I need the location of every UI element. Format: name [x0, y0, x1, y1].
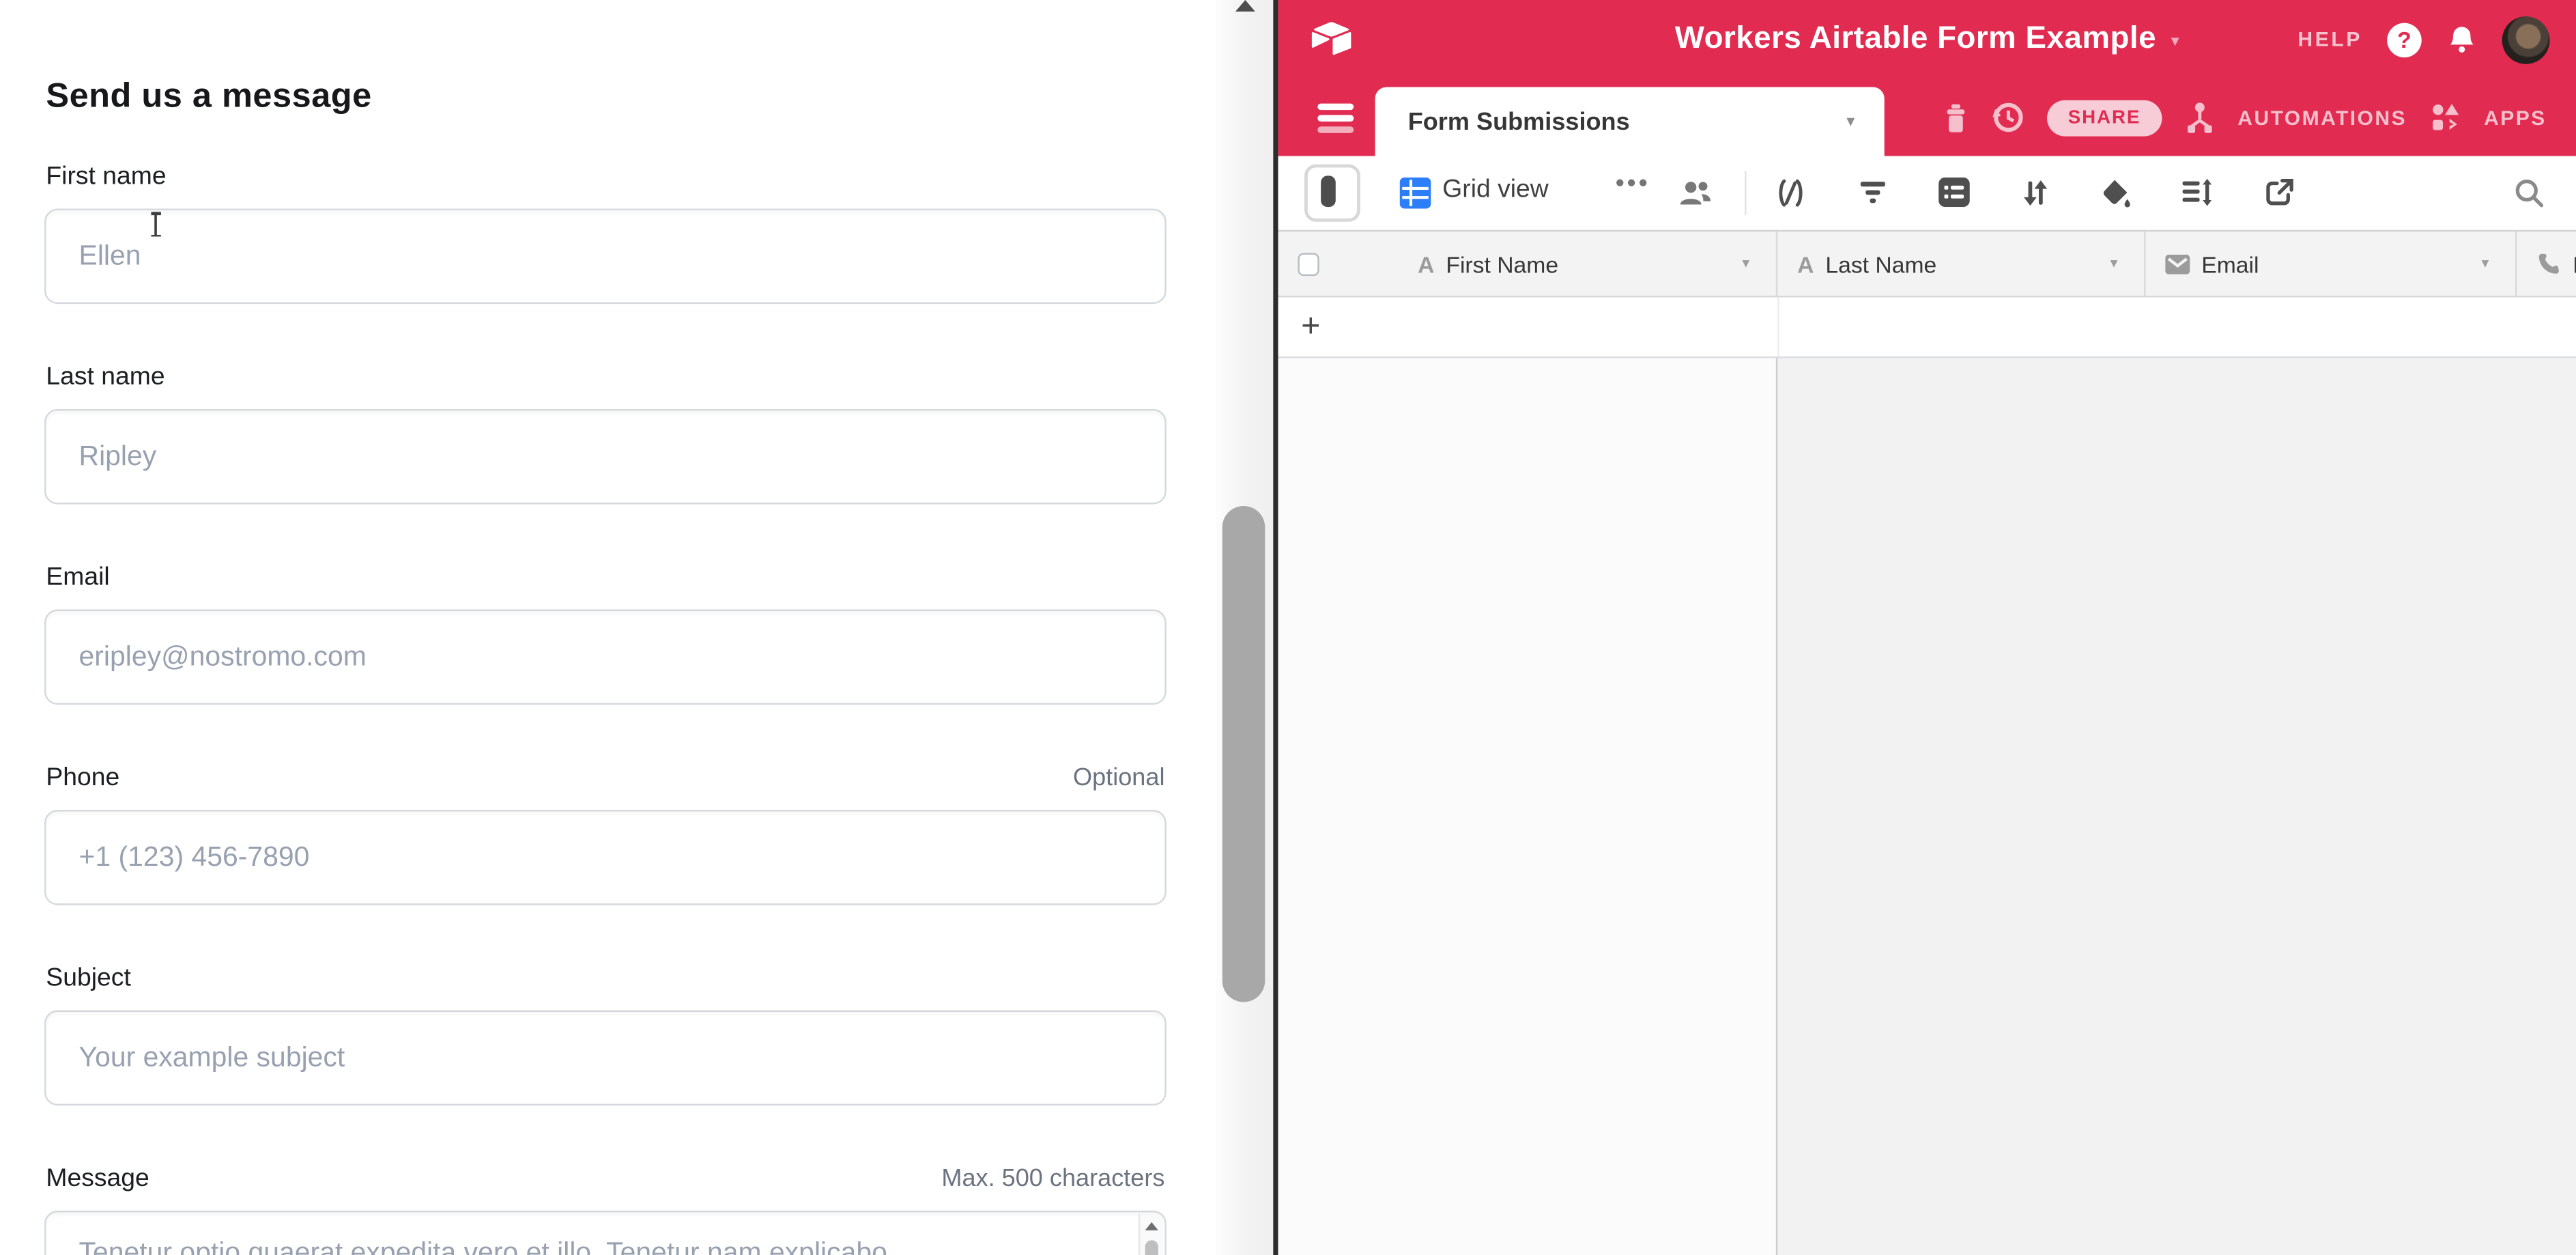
plus-icon[interactable]: + — [1301, 309, 1320, 346]
column-header-phone[interactable]: Phone — [2517, 231, 2576, 296]
grid-body-first-column-area — [1278, 358, 1778, 1255]
automations-button[interactable]: AUTOMATIONS — [2237, 106, 2407, 129]
view-toolbar: Grid view ●●● — [1278, 156, 2576, 230]
view-name[interactable]: Grid view — [1442, 175, 1549, 205]
column-name: Last Name — [1825, 251, 1936, 277]
airtable-topbar: Workers Airtable Form Example ▾ HELP ? — [1278, 0, 2576, 79]
field-subject: Subject — [44, 964, 1167, 1105]
topbar-actions: HELP ? — [2298, 0, 2549, 79]
screen: Send us a message First name Last name E… — [0, 0, 2576, 1255]
search-icon[interactable] — [2514, 178, 2545, 209]
share-button[interactable]: SHARE — [2046, 100, 2162, 136]
text-field-type-icon: A — [1797, 251, 1814, 277]
hide-fields-icon[interactable] — [1776, 178, 1805, 209]
page-scrollbar-thumb[interactable] — [1222, 506, 1265, 1002]
message-label: Message — [46, 1165, 149, 1194]
history-icon[interactable] — [1991, 100, 2026, 135]
phone-field-type-icon — [2536, 251, 2561, 276]
share-view-icon[interactable] — [2264, 178, 2295, 209]
field-message: Message Max. 500 characters Tenetur optio… — [44, 1165, 1167, 1255]
chevron-down-icon[interactable]: ▾ — [2110, 255, 2118, 272]
chevron-down-icon: ▾ — [2171, 28, 2179, 51]
first-name-input[interactable] — [44, 209, 1167, 305]
chevron-down-icon[interactable]: ▾ — [2482, 255, 2489, 272]
scroll-up-icon[interactable] — [1235, 0, 1255, 12]
scroll-up-icon[interactable] — [1145, 1222, 1158, 1230]
subject-label: Subject — [46, 964, 130, 993]
group-icon[interactable] — [1938, 178, 1970, 207]
page-scrollbar[interactable] — [1216, 0, 1273, 1255]
base-actions: SHARE AUTOMATIONS APPS — [1941, 79, 2546, 156]
last-name-input[interactable] — [44, 409, 1167, 505]
grid-body — [1278, 358, 2576, 1255]
email-input[interactable] — [44, 610, 1167, 705]
row-height-icon[interactable] — [2180, 178, 2213, 209]
column-name: Phone — [2573, 251, 2576, 277]
message-scrollbar[interactable] — [1139, 1214, 1163, 1255]
chevron-down-icon: ▾ — [1846, 113, 1855, 130]
column-divider — [1777, 297, 1779, 356]
message-text: Tenetur optio quaerat expedita vero et i… — [46, 1212, 1164, 1255]
toolbar-divider — [1745, 171, 1746, 215]
trash-icon[interactable] — [1941, 101, 1969, 134]
sort-icon[interactable] — [2020, 178, 2050, 209]
phone-optional-hint: Optional — [1073, 764, 1164, 792]
view-options-icon[interactable]: ●●● — [1615, 174, 1650, 192]
base-title: Workers Airtable Form Example — [1675, 21, 2156, 57]
chevron-down-icon[interactable]: ▾ — [1742, 255, 1749, 272]
column-name: First Name — [1446, 251, 1558, 277]
form-title: Send us a message — [46, 77, 371, 117]
text-cursor-icon — [148, 212, 163, 236]
field-last-name: Last name — [44, 363, 1167, 505]
pane-divider — [1273, 0, 1278, 1255]
active-table-name: Form Submissions — [1408, 108, 1630, 136]
airtable-pane: Workers Airtable Form Example ▾ HELP ? F… — [1278, 0, 2576, 1255]
contact-form-pane: Send us a message First name Last name E… — [0, 0, 1216, 1255]
grid-view-icon — [1400, 178, 1431, 209]
sidebar-bar-icon — [1321, 175, 1336, 207]
column-header-first-name[interactable]: A First Name ▾ — [1278, 231, 1778, 296]
last-name-label: Last name — [46, 363, 164, 393]
user-avatar[interactable] — [2502, 16, 2550, 64]
message-textarea[interactable]: Tenetur optio quaerat expedita vero et i… — [44, 1211, 1167, 1255]
field-first-name: First name — [44, 163, 1167, 304]
grid-header-row: A First Name ▾ A Last Name ▾ Email ▾ — [1278, 230, 2576, 298]
hamburger-menu-icon[interactable] — [1317, 104, 1354, 132]
collaborators-icon[interactable] — [1677, 178, 1713, 209]
column-name: Email — [2201, 251, 2259, 277]
field-phone: Phone Optional — [44, 764, 1167, 905]
color-icon[interactable] — [2100, 178, 2132, 210]
filter-icon[interactable] — [1858, 178, 1887, 207]
apps-icon[interactable] — [2428, 101, 2463, 134]
add-row[interactable]: + — [1278, 297, 2576, 358]
automations-icon[interactable] — [2184, 100, 2216, 136]
message-max-hint: Max. 500 characters — [941, 1165, 1164, 1193]
phone-input[interactable] — [44, 810, 1167, 905]
bell-icon[interactable] — [2446, 23, 2478, 56]
help-button[interactable]: HELP — [2298, 28, 2362, 51]
column-header-email[interactable]: Email ▾ — [2145, 231, 2517, 296]
scrollbar-thumb[interactable] — [1144, 1240, 1157, 1255]
text-field-type-icon: A — [1418, 251, 1434, 277]
views-sidebar-toggle[interactable] — [1304, 165, 1360, 222]
phone-label: Phone — [46, 764, 119, 793]
question-icon[interactable]: ? — [2387, 22, 2422, 57]
apps-button[interactable]: APPS — [2484, 106, 2547, 129]
tab-form-submissions[interactable]: Form Submissions ▾ — [1375, 87, 1885, 156]
table-tab-bar: Form Submissions ▾ SHARE AUTOMATIONS A — [1278, 79, 2576, 156]
email-label: Email — [46, 563, 109, 593]
field-email: Email — [44, 563, 1167, 705]
column-header-last-name[interactable]: A Last Name ▾ — [1777, 231, 2145, 296]
first-name-label: First name — [46, 163, 166, 192]
subject-input[interactable] — [44, 1011, 1167, 1106]
email-field-type-icon — [2165, 254, 2190, 274]
